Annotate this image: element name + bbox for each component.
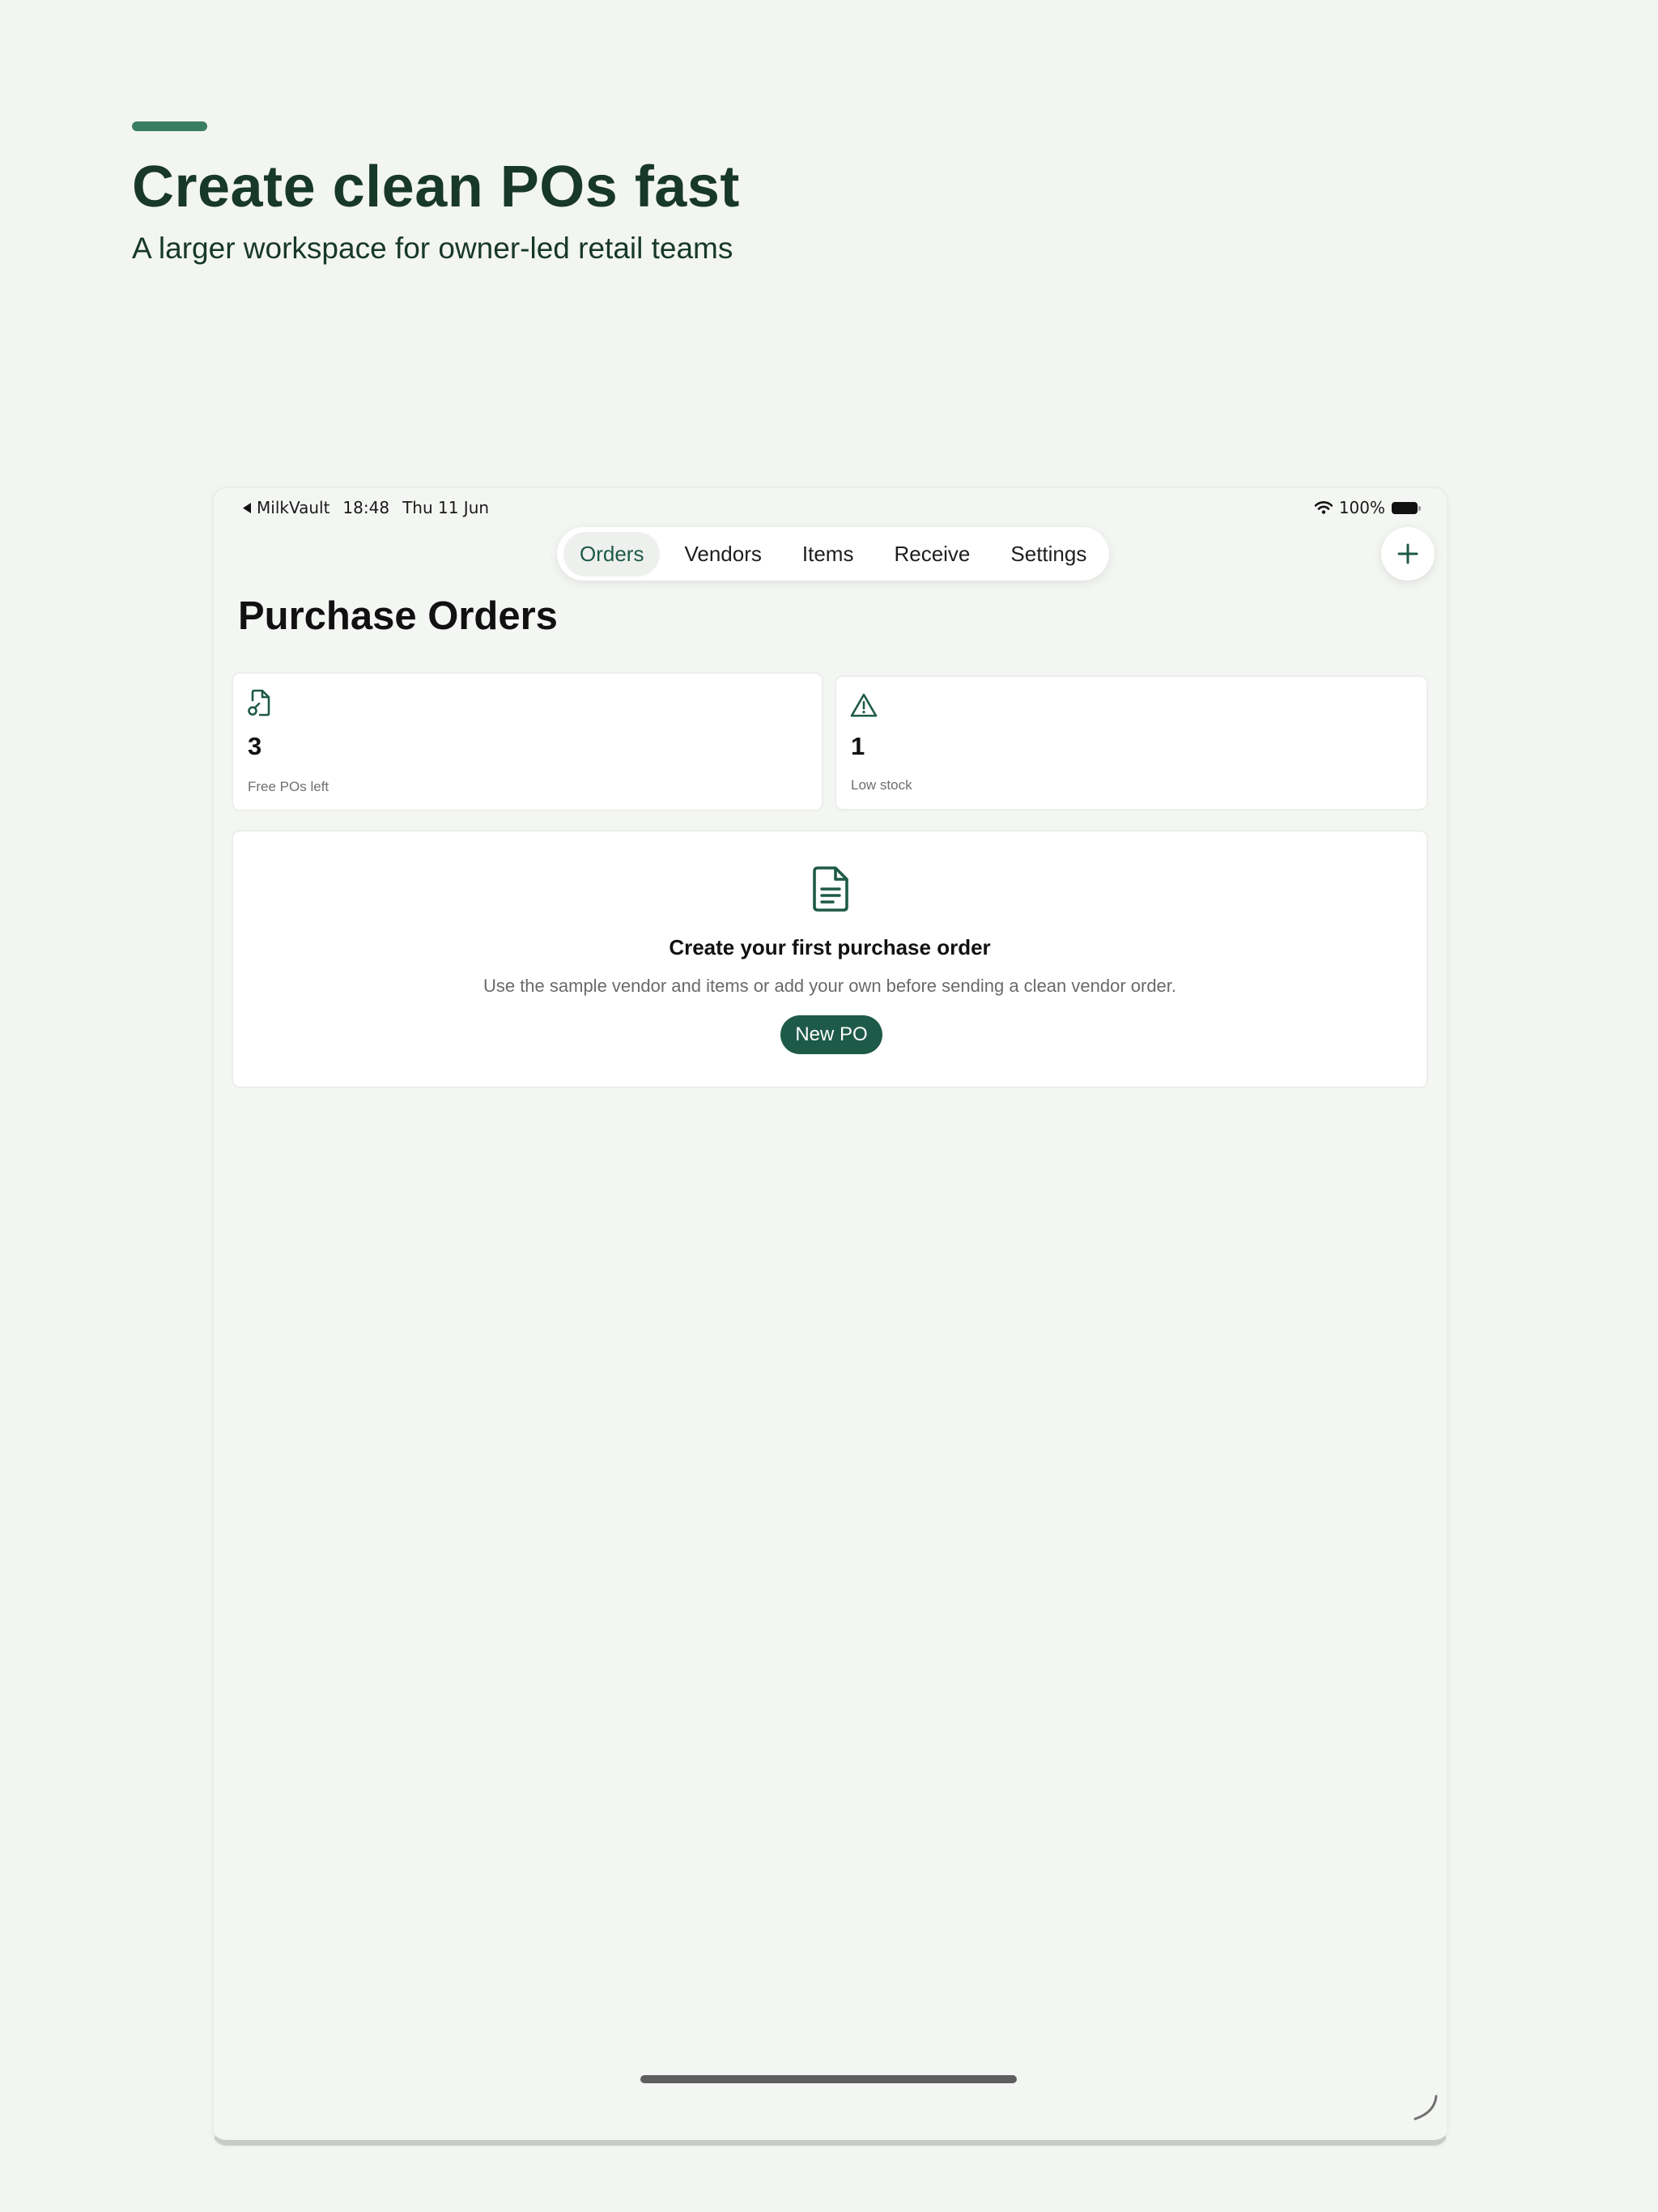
battery-percent: 100%: [1338, 498, 1385, 517]
warning-triangle-icon: [850, 693, 878, 717]
new-po-button[interactable]: New PO: [780, 1015, 882, 1054]
plus-icon: [1397, 543, 1418, 564]
back-to-app-link[interactable]: MilkVault: [243, 498, 329, 517]
document-key-icon: [248, 689, 270, 717]
hero-title: Create clean POs fast: [132, 155, 740, 219]
stat-label: Low stock: [851, 777, 912, 793]
empty-state-description: Use the sample vendor and items or add y…: [483, 976, 1177, 996]
accent-bar: [132, 121, 207, 131]
stat-value: 1: [851, 732, 865, 760]
stat-card-free-pos: 3 Free POs left: [232, 672, 823, 811]
wifi-icon: [1314, 501, 1333, 514]
empty-state-title: Create your first purchase order: [669, 935, 991, 959]
stat-label: Free POs left: [248, 779, 329, 794]
back-app-name: MilkVault: [257, 498, 330, 517]
empty-state-card: Create your first purchase order Use the…: [232, 830, 1428, 1088]
status-date: Thu 11 Jun: [402, 498, 490, 517]
stat-value: 3: [248, 732, 262, 760]
tab-bar: Orders Vendors Items Receive Settings: [557, 527, 1110, 581]
add-button[interactable]: [1381, 527, 1435, 581]
ipad-screen: MilkVault 18:48 Thu 11 Jun 100% Orders V…: [212, 487, 1448, 2146]
resize-corner-icon: [1414, 2095, 1438, 2121]
page-title: Purchase Orders: [238, 594, 558, 638]
tab-receive[interactable]: Receive: [878, 532, 986, 576]
hero-subtitle: A larger workspace for owner-led retail …: [132, 232, 733, 265]
tab-vendors[interactable]: Vendors: [668, 532, 777, 576]
battery-icon: [1392, 501, 1421, 514]
stat-card-low-stock: 1 Low stock: [835, 675, 1428, 810]
status-time: 18:48: [342, 498, 390, 517]
tab-items[interactable]: Items: [786, 532, 870, 576]
tab-orders[interactable]: Orders: [563, 531, 661, 576]
document-icon: [813, 866, 848, 912]
home-indicator: [640, 2075, 1017, 2083]
status-bar: MilkVault 18:48 Thu 11 Jun 100%: [214, 488, 1447, 529]
tab-settings[interactable]: Settings: [994, 532, 1103, 576]
back-triangle-icon: [243, 502, 251, 513]
